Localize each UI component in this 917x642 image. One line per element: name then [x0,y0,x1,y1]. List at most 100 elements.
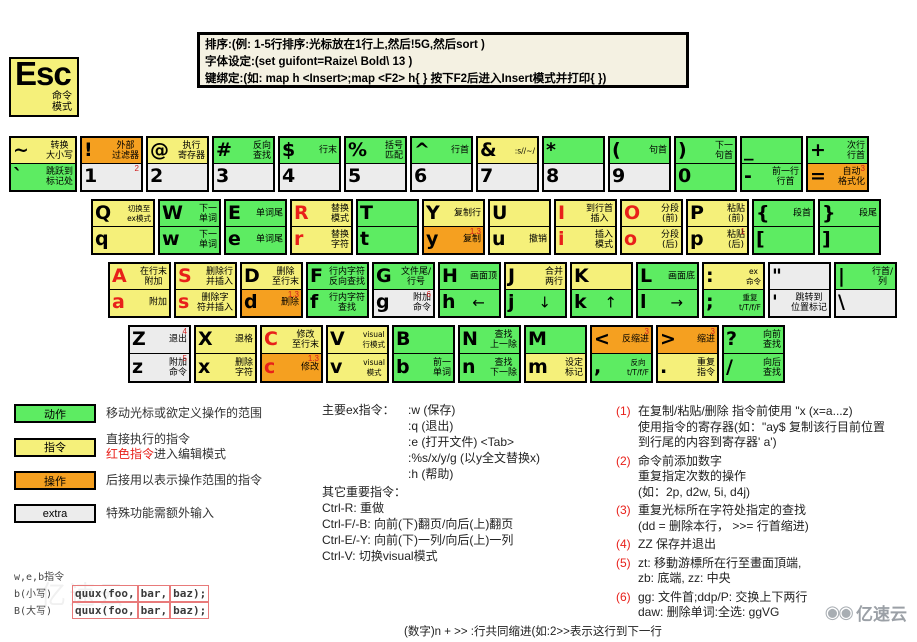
key-z[interactable]: Z 退出 4 z 附加 命令 5 [128,325,191,383]
key-f[interactable]: F 行内字符 反向查找 f 行内字符 查找 [306,262,369,318]
key-lower[interactable]: v visual 模式 [328,354,387,381]
key-lower[interactable]: 8 [544,164,603,190]
key-lower[interactable]: s 删除字 符并插入 [176,290,235,316]
key-h[interactable]: H 画面顶 h ← [438,262,501,318]
key-upper[interactable]: ^ 行首 [412,138,471,164]
key-a[interactable]: A 在行末 附加 a 附加 [108,262,171,318]
key-lower[interactable]: z 附加 命令 5 [130,354,189,381]
key-upper[interactable]: &:s//~/ [478,138,537,164]
key-l[interactable]: L 画面底 l → [636,262,699,318]
key-lower[interactable]: / 向后 查找 [724,354,783,381]
key-lower[interactable]: 5 [346,164,405,190]
key-5[interactable]: % 括号 匹配 5 [344,136,407,192]
key-upper[interactable]: L 画面底 [638,264,697,290]
key-upper[interactable]: B [394,327,453,354]
key-w[interactable]: W 下一 单词 w 下一 单词 [158,199,221,255]
key-p[interactable]: P 粘贴 (前) p 粘贴 (后) 1 [686,199,749,255]
key-=[interactable]: + 次行 行首 = 自动 格式化 3 [806,136,869,192]
key-lower[interactable]: w 下一 单词 [160,227,219,253]
key-lower[interactable]: 7 [478,164,537,190]
key-upper[interactable]: G 文件尾/行号 [374,264,433,290]
key-upper[interactable]: @ 执行 寄存器 [148,138,207,164]
key-lower[interactable]: 4 [280,164,339,190]
key-upper[interactable]: # 反向 查找 [214,138,273,164]
key-lower[interactable]: . 重复 指令 [658,354,717,381]
key-upper[interactable]: $ 行末 [280,138,339,164]
key-upper[interactable]: (句首 [610,138,669,164]
key-upper[interactable]: Z 退出 4 [130,327,189,354]
key-d[interactable]: D 删除 至行末 d 删除 1.3 [240,262,303,318]
key-upper[interactable]: : ex 命令 [704,264,763,290]
key-upper[interactable]: E 单词尾 [226,201,285,227]
key-lower[interactable]: n 查找 下一除 [460,354,519,381]
key-lower[interactable]: ; 重复 t/T/f/F [704,290,763,316]
key-upper[interactable]: ! 外部 过滤器 [82,138,141,164]
key-e[interactable]: E 单词尾 e 单词尾 [224,199,287,255]
key-lower[interactable]: , 反向 t/T/f/F [592,354,651,381]
key-t[interactable]: Tt [356,199,419,255]
key-9[interactable]: (句首 9 [608,136,671,192]
key-upper[interactable]: D 删除 至行末 [242,264,301,290]
key-lower[interactable]: c 修改 1.3 [262,354,321,381]
key-upper[interactable]: } 段尾 [820,201,879,227]
key-upper[interactable]: " [770,264,829,290]
key-lower[interactable]: a 附加 [110,290,169,316]
key-v[interactable]: Vvisual 行模式 v visual 模式 [326,325,389,383]
key-upper[interactable]: A 在行末 附加 [110,264,169,290]
key-lower[interactable]: r 替换 字符 [292,227,351,253]
key-upper[interactable]: _ [742,138,801,164]
key-g[interactable]: G 文件尾/行号 g 附加 命令 6 [372,262,435,318]
key-upper[interactable]: {段首 [754,201,813,227]
key-lower[interactable]: u 撤销 [490,227,549,253]
key-upper[interactable]: ) 下一 句首 [676,138,735,164]
key-upper[interactable]: C 修改 至行末 [262,327,321,354]
key-lower[interactable]: o 分段 (后) [622,227,681,253]
key-lower[interactable]: i 插入 模式 [556,227,615,253]
key-upper[interactable]: O 分段 (前) [622,201,681,227]
key-upper[interactable]: S 删除行 并插入 [176,264,235,290]
key-lower[interactable]: h ← [440,290,499,316]
key-lower[interactable]: p 粘贴 (后) 1 [688,227,747,253]
key-i[interactable]: I 到行首 插入 i 插入 模式 [554,199,617,255]
key-c[interactable]: C 修改 至行末 c 修改 1.3 [260,325,323,383]
key-upper[interactable]: P 粘贴 (前) [688,201,747,227]
key-upper[interactable]: * [544,138,603,164]
key-n[interactable]: N 查找 上一除 n 查找 下一除 [458,325,521,383]
key-][interactable]: } 段尾] [818,199,881,255]
key-k[interactable]: Kk ↑ [570,262,633,318]
key-lower[interactable]: e 单词尾 [226,227,285,253]
key-lower[interactable]: q [93,227,153,253]
key-[[interactable]: {段首 [ [752,199,815,255]
key-2[interactable]: @ 执行 寄存器 2 [146,136,209,192]
key-lower[interactable]: k ↑ [572,290,631,316]
key-y[interactable]: Y 复制行 y 复制 1.3 [422,199,485,255]
key-lower[interactable]: b 前一 单词 [394,354,453,381]
key-upper[interactable]: H 画面顶 [440,264,499,290]
key-esc[interactable]: Esc 命令 模式 [9,57,79,117]
key-/[interactable]: ? 向前 查找 / 向后 查找 [722,325,785,383]
key-upper[interactable]: Vvisual 行模式 [328,327,387,354]
key-8[interactable]: * 8 [542,136,605,192]
key-lower[interactable]: l → [638,290,697,316]
key-lower[interactable]: y 复制 1.3 [424,227,483,253]
key-lower[interactable]: 0 [676,164,735,190]
key-upper[interactable]: > 缩进 3 [658,327,717,354]
key-upper[interactable]: T [358,201,417,227]
key-s[interactable]: S 删除行 并插入 s 删除字 符并插入 [174,262,237,318]
key-lower[interactable]: j ↓ [506,290,565,316]
key-lower[interactable]: ' 跳转到 位置标记 [770,290,829,316]
key-upper[interactable]: X 退格 [196,327,255,354]
key-lower[interactable]: 2 [148,164,207,190]
key-1[interactable]: ! 外部 过滤器 1 2 [80,136,143,192]
key-.[interactable]: > 缩进 3. 重复 指令 [656,325,719,383]
key-o[interactable]: O 分段 (前) o 分段 (后) [620,199,683,255]
key-r[interactable]: R 替换 模式 r 替换 字符 [290,199,353,255]
key-upper[interactable]: % 括号 匹配 [346,138,405,164]
key-,[interactable]: < 反缩进 3, 反向 t/T/f/F [590,325,653,383]
key-upper[interactable]: W 下一 单词 [160,201,219,227]
key-'[interactable]: " ' 跳转到 位置标记 [768,262,831,318]
key-upper[interactable]: < 反缩进 3 [592,327,651,354]
key-lower[interactable]: x 删除 字符 [196,354,255,381]
key-upper[interactable]: U [490,201,549,227]
key-3[interactable]: # 反向 查找 3 [212,136,275,192]
